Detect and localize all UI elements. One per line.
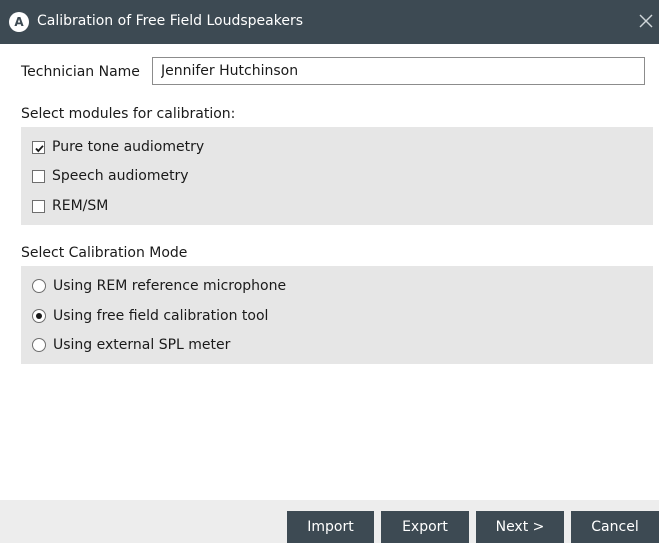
next-button[interactable]: Next > — [476, 511, 564, 543]
module-option-rem-sm[interactable]: REM/SM — [32, 196, 108, 216]
title-bar: A Calibration of Free Field Loudspeakers — [0, 0, 659, 44]
mode-panel: Using REM reference microphone Using fre… — [21, 266, 653, 364]
technician-name-label: Technician Name — [21, 64, 140, 80]
button-bar: Import Export Next > Cancel — [0, 500, 659, 543]
checkmark-icon — [35, 144, 44, 152]
mode-option-rem-microphone[interactable]: Using REM reference microphone — [32, 276, 286, 296]
module-option-label: Pure tone audiometry — [52, 139, 205, 155]
speech-checkbox[interactable] — [32, 169, 45, 183]
module-option-pure-tone[interactable]: Pure tone audiometry — [32, 137, 204, 157]
close-icon — [639, 14, 653, 28]
mode-option-external-spl[interactable]: Using external SPL meter — [32, 335, 230, 355]
calibration-dialog: A Calibration of Free Field Loudspeakers… — [0, 0, 659, 543]
technician-name-input[interactable] — [152, 57, 645, 85]
free-field-tool-radio[interactable] — [32, 309, 46, 323]
cancel-button[interactable]: Cancel — [571, 511, 659, 543]
import-button[interactable]: Import — [287, 511, 374, 543]
mode-option-label: Using external SPL meter — [53, 337, 231, 353]
module-option-label: REM/SM — [52, 198, 109, 214]
radio-selected-dot — [36, 313, 42, 319]
mode-heading: Select Calibration Mode — [21, 245, 188, 261]
external-spl-radio[interactable] — [32, 338, 46, 352]
modules-heading: Select modules for calibration: — [21, 106, 236, 122]
mode-option-free-field-tool[interactable]: Using free field calibration tool — [32, 306, 268, 326]
technician-row: Technician Name — [21, 57, 653, 87]
rem-microphone-radio[interactable] — [32, 279, 46, 293]
app-logo-icon: A — [9, 12, 29, 32]
module-option-label: Speech audiometry — [52, 168, 189, 184]
close-button[interactable] — [635, 10, 657, 32]
rem-sm-checkbox[interactable] — [32, 199, 45, 213]
mode-option-label: Using free field calibration tool — [53, 308, 269, 324]
window-title: Calibration of Free Field Loudspeakers — [37, 13, 304, 29]
mode-option-label: Using REM reference microphone — [53, 278, 287, 294]
export-button[interactable]: Export — [381, 511, 469, 543]
pure-tone-checkbox[interactable] — [32, 140, 45, 154]
module-option-speech[interactable]: Speech audiometry — [32, 166, 189, 186]
modules-panel: Pure tone audiometry Speech audiometry R… — [21, 127, 653, 225]
